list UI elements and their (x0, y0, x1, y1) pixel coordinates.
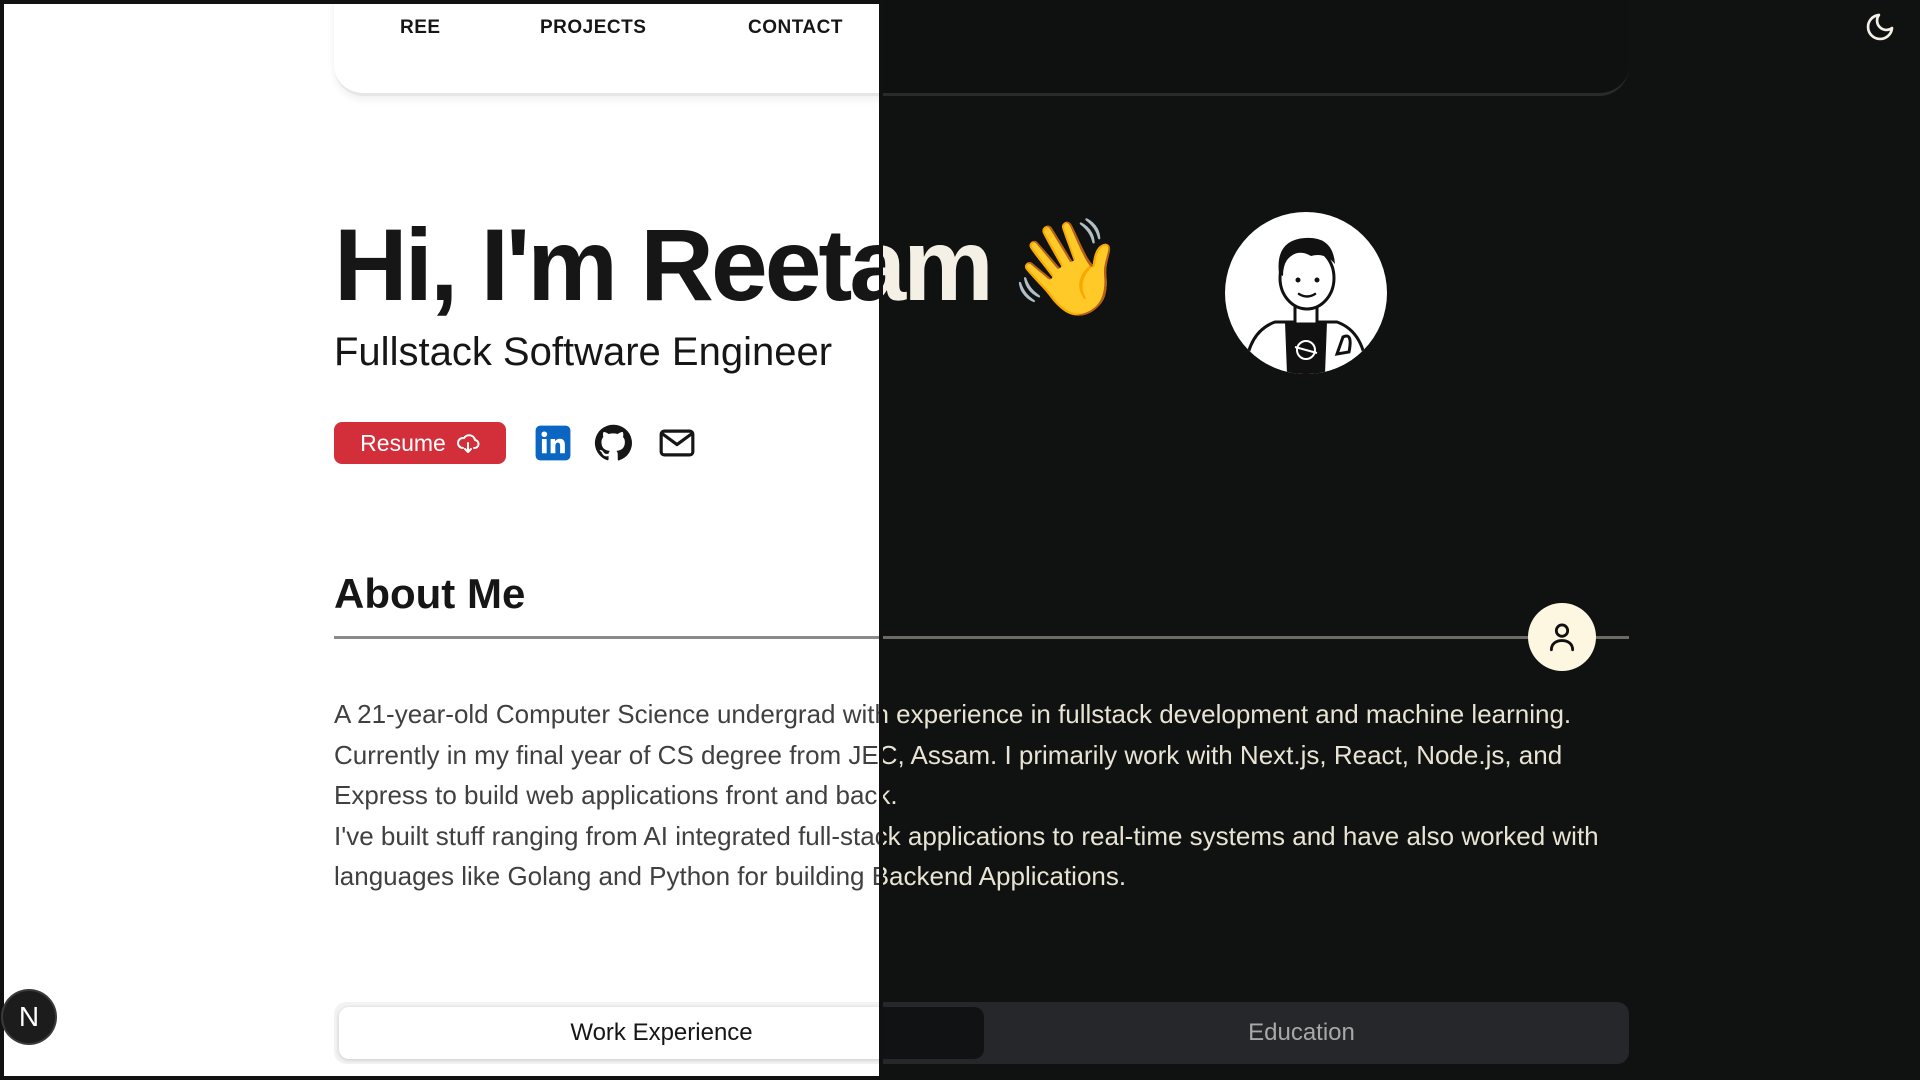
hero-subtitle: Fullstack Software Engineer (334, 330, 833, 374)
about-heading: About Me (334, 570, 526, 617)
profile-avatar (1225, 212, 1387, 374)
nav-link-projects[interactable]: PROJECTS (540, 17, 646, 39)
mail-icon[interactable] (658, 424, 696, 462)
linkedin-icon[interactable] (534, 424, 572, 462)
resume-button[interactable]: Resume (334, 422, 506, 464)
github-icon[interactable] (594, 424, 632, 462)
resume-label: Resume (360, 429, 446, 456)
wave-emoji: 👋 (1008, 215, 1126, 320)
moon-icon[interactable] (1864, 11, 1896, 43)
user-icon (1549, 623, 1575, 652)
nav-link-contact[interactable]: CONTACT (748, 17, 843, 39)
page: REE PROJECTS CONTACT Hi, I'm Reetam👋 Ful… (0, 0, 1920, 1080)
dev-tools-badge[interactable]: N (3, 991, 55, 1043)
avatar-illustration (1243, 237, 1369, 374)
cloud-download-icon (456, 434, 480, 453)
nav-link-home[interactable]: REE (400, 17, 441, 39)
tab-education[interactable]: Education (979, 1007, 1624, 1059)
about-badge (1528, 603, 1596, 671)
